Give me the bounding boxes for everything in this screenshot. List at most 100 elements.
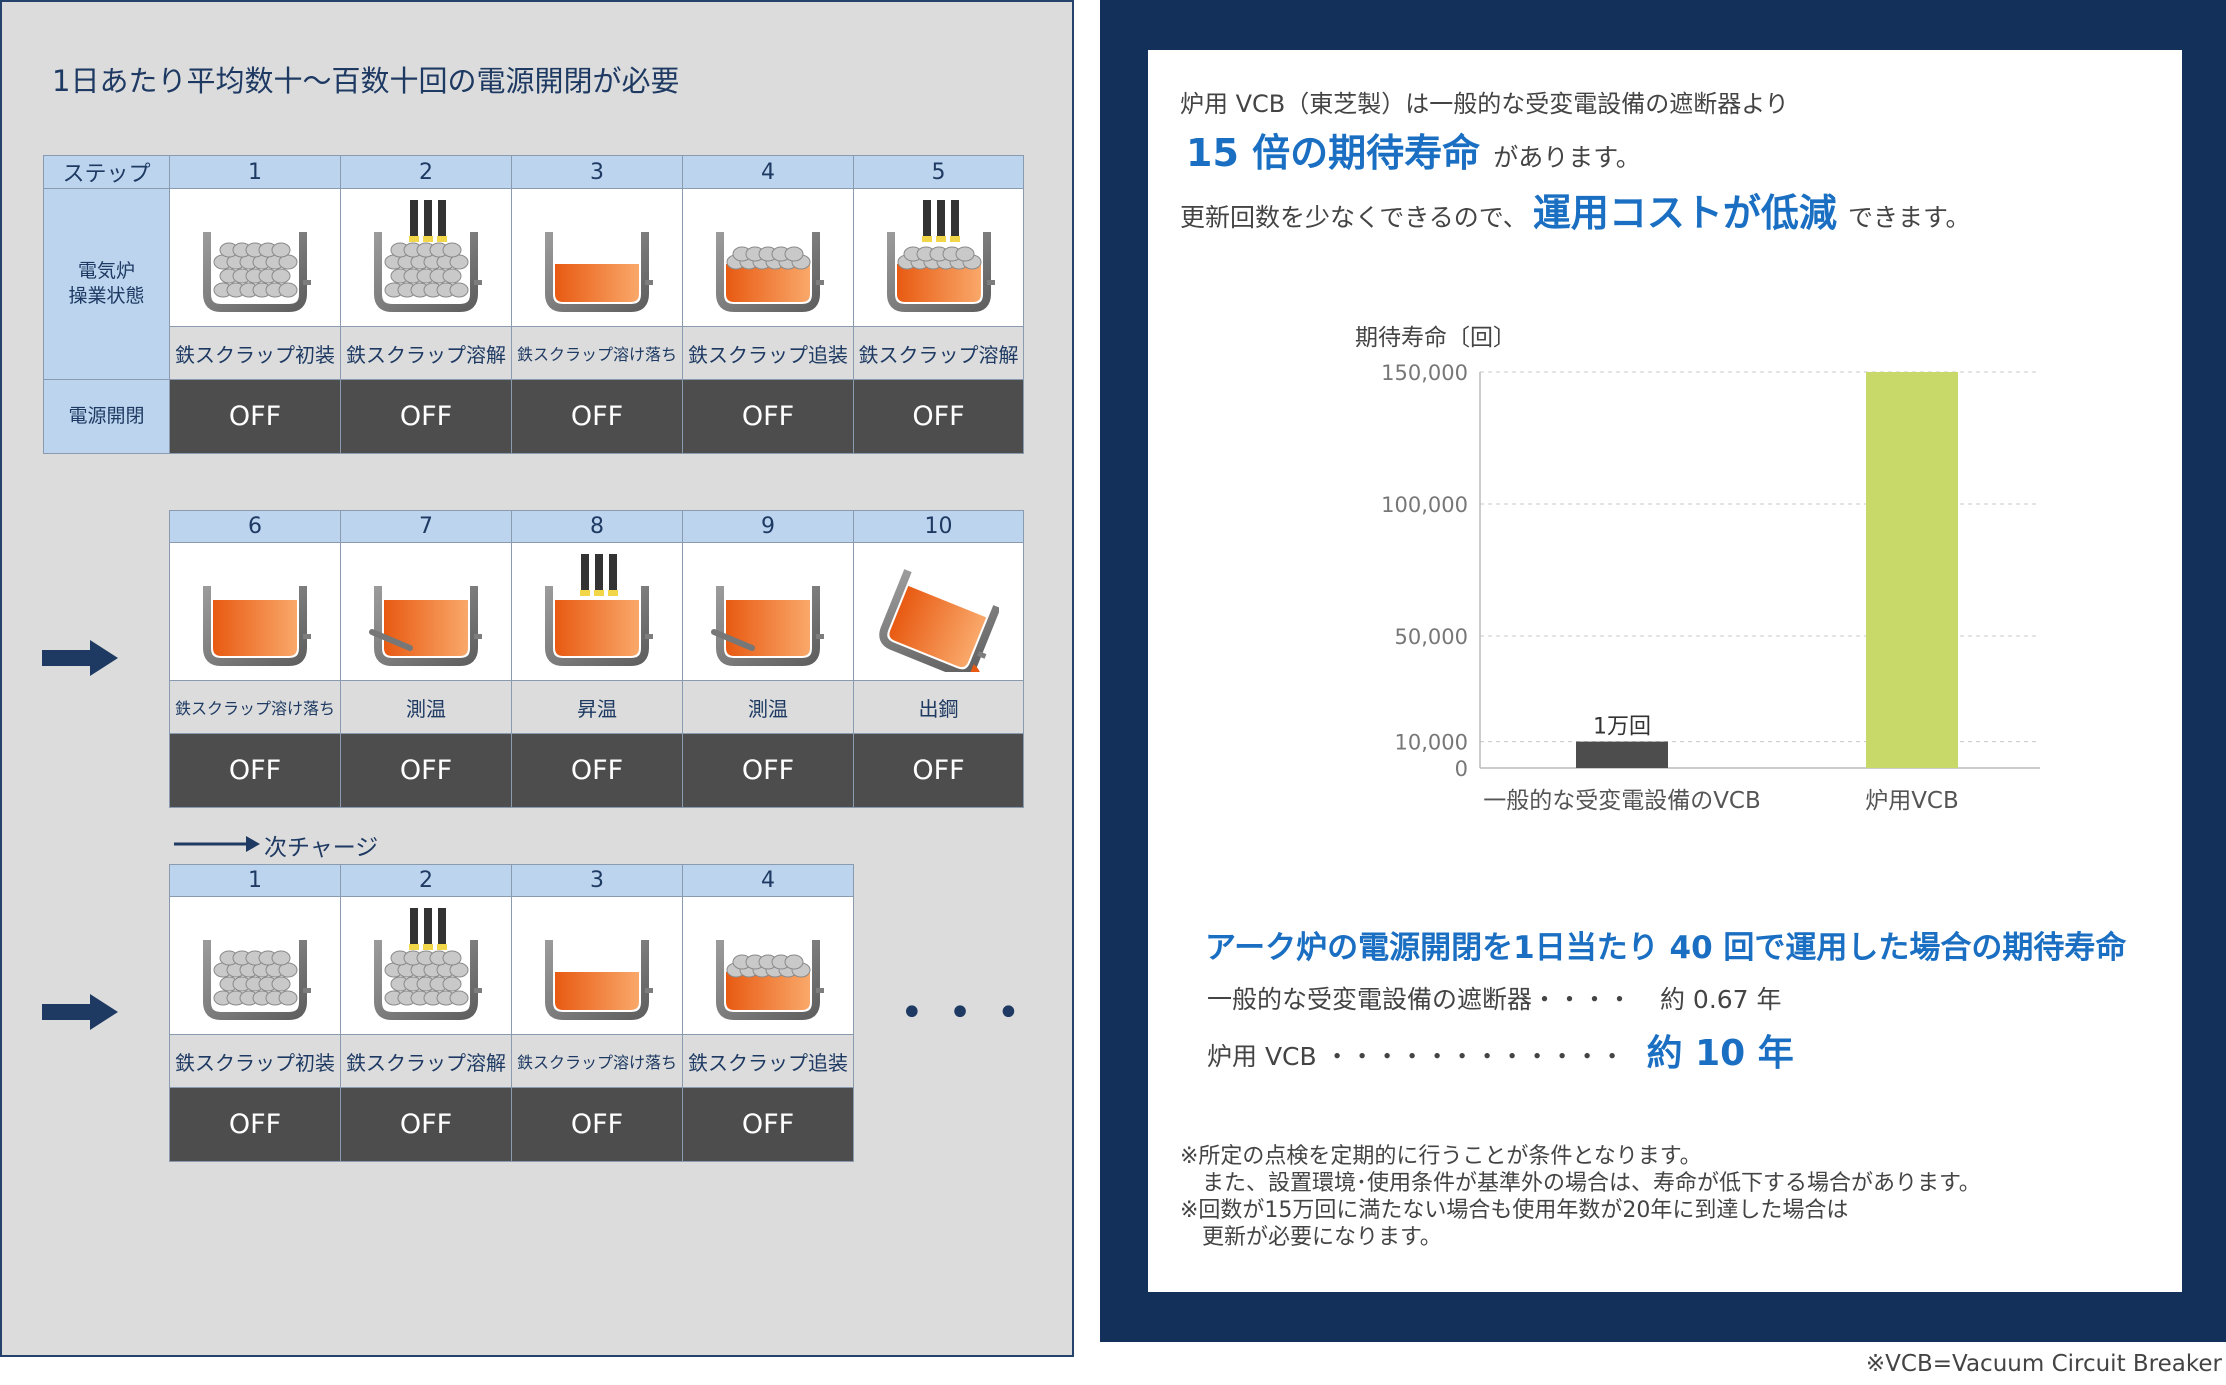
power-switch-label: 電源開閉 xyxy=(43,379,170,454)
chart-y-axis-label: 期待寿命〔回〕 xyxy=(1355,325,1516,351)
note-line: 更新が必要になります。 xyxy=(1180,1225,1442,1250)
chart-y-tick-label: 150,000 xyxy=(1381,361,1468,385)
step-number: 1 xyxy=(169,864,341,897)
operation-label: 鉄スクラップ溶解 xyxy=(340,326,512,380)
operation-label: 鉄スクラップ追装 xyxy=(682,326,854,380)
case-row-general: 一般的な受変電設備の遮断器・・・・ 約 0.67 年 xyxy=(1207,980,1782,1016)
step-number: 3 xyxy=(511,155,683,189)
chart-y-tick-label: 0 xyxy=(1455,757,1468,781)
power-state: OFF xyxy=(340,733,512,808)
note-line: ※回数が15万回に満たない場合も使用年数が20年に到達した場合は xyxy=(1180,1198,1849,1223)
power-state: OFF xyxy=(169,379,341,454)
power-state: OFF xyxy=(682,733,854,808)
case-row-furnace-label: 炉用 VCB ・・・・・・・・・・・・ xyxy=(1207,1042,1625,1071)
power-state: OFF xyxy=(853,379,1024,454)
furnace-state-label-line1: 電気炉 xyxy=(77,260,135,282)
case-row-general-label: 一般的な受変電設備の遮断器・・・・ xyxy=(1207,985,1633,1014)
flow-arrow-icon xyxy=(42,640,118,676)
intro-line-3-suffix: できます。 xyxy=(1847,203,1971,232)
step-number: 10 xyxy=(853,510,1024,543)
operation-label: 昇温 xyxy=(511,680,683,734)
steps-table-3: 1 2 3 4 鉄スクラップ初装 鉄スクラップ溶解 鉄スクラップ溶け落ち 鉄スク… xyxy=(169,864,854,1162)
step-number: 2 xyxy=(340,864,512,897)
power-state: OFF xyxy=(340,379,512,454)
power-state: OFF xyxy=(169,733,341,808)
operation-label: 鉄スクラップ溶解 xyxy=(340,1034,512,1088)
chart-category-label: 一般的な受変電設備のVCB xyxy=(1483,788,1761,814)
furnace-probe-icon xyxy=(340,542,512,681)
operation-label: 鉄スクラップ溶解 xyxy=(853,326,1024,380)
chart-y-tick-label: 100,000 xyxy=(1381,493,1468,517)
step-number: 4 xyxy=(682,155,854,189)
step-number: 6 xyxy=(169,510,341,543)
chart-y-tick-label: 10,000 xyxy=(1395,731,1468,755)
furnace-electrode-scrap-icon xyxy=(340,188,512,327)
step-number: 5 xyxy=(853,155,1024,189)
step-number: 8 xyxy=(511,510,683,543)
furnace-molten-icon xyxy=(511,188,683,327)
furnace-scrap-icon xyxy=(169,896,341,1035)
furnace-molten-scrap-icon xyxy=(682,188,854,327)
step-number: 3 xyxy=(511,864,683,897)
furnace-tapping-icon xyxy=(853,542,1024,681)
vcb-footnote: ※VCB=Vacuum Circuit Breaker xyxy=(1865,1351,2222,1377)
furnace-state-label: 電気炉 操業状態 xyxy=(43,188,170,380)
furnace-probe-icon xyxy=(682,542,854,681)
step-number: 2 xyxy=(340,155,512,189)
intro-line-1: 炉用 VCB（東芝製）は一般的な受変電設備の遮断器より xyxy=(1180,90,1789,118)
next-charge-arrow-icon xyxy=(174,836,260,852)
lifespan-chart: 期待寿命〔回〕 010,000 50,000 100,000 150,000 1万回一般的… xyxy=(1355,325,2040,814)
steps-table-1: ステップ 1 2 3 4 5 電気炉 操業状態 鉄スクラップ初装 鉄スクラップ溶… xyxy=(43,155,1024,454)
operation-label: 測温 xyxy=(340,680,512,734)
chart-bar xyxy=(1576,741,1668,768)
operation-label: 鉄スクラップ溶け落ち xyxy=(511,326,683,380)
power-state: OFF xyxy=(682,1087,854,1162)
operation-label: 鉄スクラップ追装 xyxy=(682,1034,854,1088)
operation-label: 鉄スクラップ初装 xyxy=(169,1034,341,1088)
chart-y-tick-label: 50,000 xyxy=(1395,625,1468,649)
furnace-state-label-line2: 操業状態 xyxy=(68,285,145,307)
power-state: OFF xyxy=(340,1087,512,1162)
furnace-full-molten-icon xyxy=(169,542,341,681)
step-number: 9 xyxy=(682,510,854,543)
intro-line-2: 15 倍の期待寿命 があります。 xyxy=(1186,122,1641,177)
case-row-general-value: 約 0.67 年 xyxy=(1659,985,1782,1014)
power-state: OFF xyxy=(511,379,683,454)
operation-label: 鉄スクラップ初装 xyxy=(169,326,341,380)
step-number: 7 xyxy=(340,510,512,543)
operation-label: 鉄スクラップ溶け落ち xyxy=(169,680,341,734)
note-line: また、設置環境･使用条件が基準外の場合は、寿命が低下する場合があります。 xyxy=(1180,1171,1981,1196)
operation-label: 鉄スクラップ溶け落ち xyxy=(511,1034,683,1088)
furnace-electrode-scrap-icon xyxy=(340,896,512,1035)
notes: ※所定の点検を定期的に行うことが条件となります。 また、設置環境･使用条件が基準… xyxy=(1180,1143,1981,1251)
operation-label: 測温 xyxy=(682,680,854,734)
next-charge-label: 次チャージ xyxy=(264,835,379,861)
case-row-furnace: 炉用 VCB ・・・・・・・・・・・・ 約 10 年 xyxy=(1207,1024,1794,1076)
step-number: 1 xyxy=(169,155,341,189)
left-panel-title: 1日あたり平均数十～百数十回の電源開閉が必要 xyxy=(52,64,680,98)
flow-arrow-icon xyxy=(42,994,118,1030)
chart-bar xyxy=(1866,372,1958,768)
furnace-molten-icon xyxy=(511,896,683,1035)
chart-category-label: 炉用VCB xyxy=(1865,788,1959,814)
intro-highlight-lifespan: 15 倍の期待寿命 xyxy=(1186,131,1481,175)
case-title: アーク炉の電源開閉を1日当たり 40 回で運用した場合の期待寿命 xyxy=(1205,930,2127,966)
intro-line-2-suffix: があります。 xyxy=(1493,143,1641,172)
power-state: OFF xyxy=(853,733,1024,808)
furnace-molten-scrap-icon xyxy=(682,896,854,1035)
intro-line-3: 更新回数を少なくできるので、 運用コストが低減 できます。 xyxy=(1180,182,1970,237)
furnace-electrode-molten-scrap-icon xyxy=(853,188,1024,327)
intro-highlight-cost: 運用コストが低減 xyxy=(1532,191,1837,235)
power-state: OFF xyxy=(169,1087,341,1162)
power-state: OFF xyxy=(511,733,683,808)
power-state: OFF xyxy=(511,1087,683,1162)
intro-line-3-prefix: 更新回数を少なくできるので、 xyxy=(1180,203,1528,232)
chart-data-label: 1万回 xyxy=(1593,715,1651,740)
operation-label: 出鋼 xyxy=(853,680,1024,734)
step-header-label: ステップ xyxy=(43,155,170,189)
note-line: ※所定の点検を定期的に行うことが条件となります。 xyxy=(1180,1144,1702,1169)
steps-table-2: 6 7 8 9 10 鉄スクラップ溶け落ち 測温 昇温 測温 出鋼 OFF OF… xyxy=(169,510,1024,808)
power-state: OFF xyxy=(682,379,854,454)
step-number: 4 xyxy=(682,864,854,897)
case-row-furnace-value: 約 10 年 xyxy=(1646,1033,1794,1074)
